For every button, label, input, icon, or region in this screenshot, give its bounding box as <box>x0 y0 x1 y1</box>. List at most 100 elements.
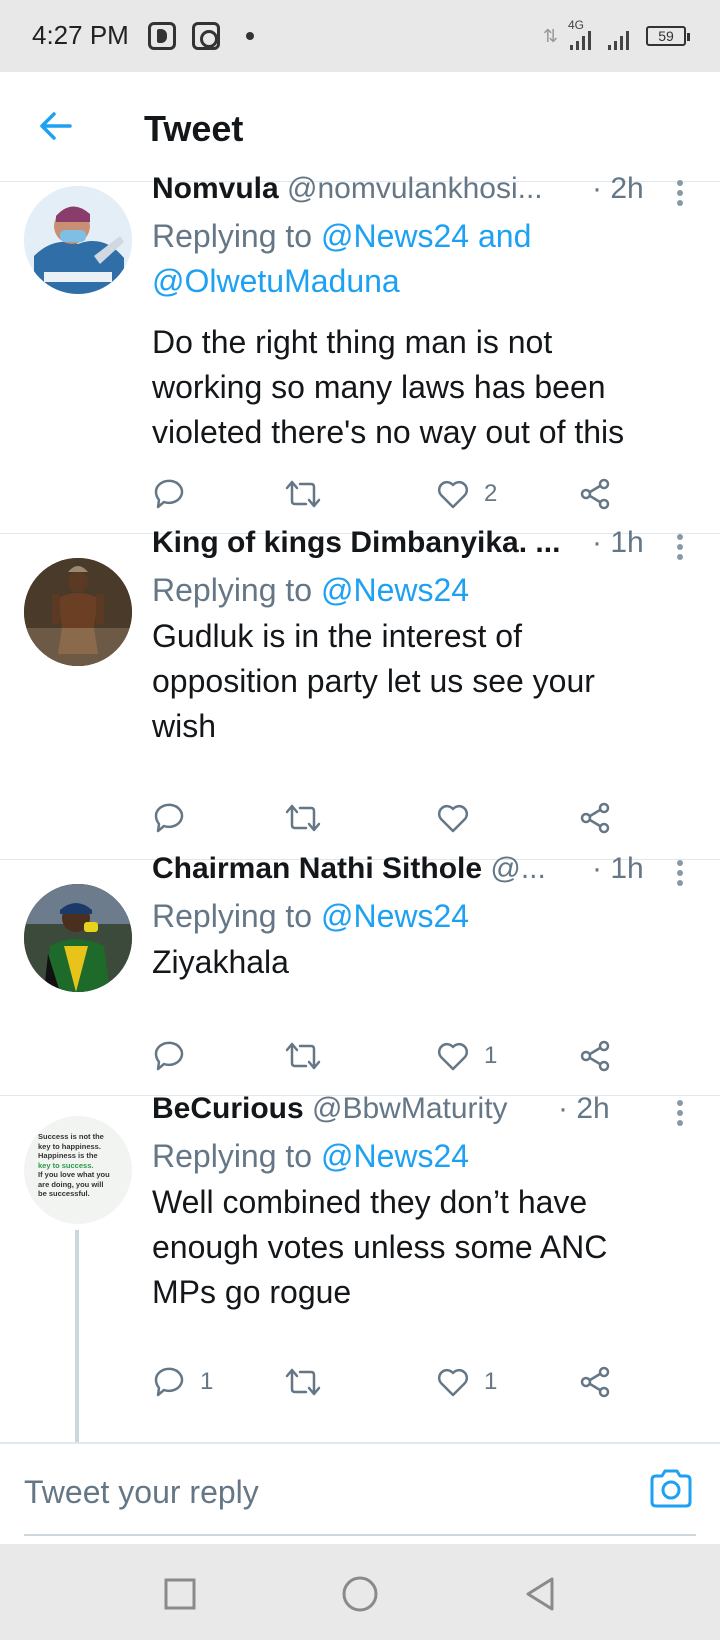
more-options-button[interactable] <box>670 530 690 566</box>
tweet-text-line: violeted there's no way out of this <box>152 414 625 450</box>
arrow-left-icon <box>40 112 72 140</box>
author-handle[interactable]: @... <box>490 852 545 885</box>
replying-to: Replying to @News24 <box>152 894 696 939</box>
like-button[interactable]: 1 <box>436 1036 497 1076</box>
avatar-image <box>24 558 132 666</box>
avatar[interactable] <box>24 186 132 294</box>
share-icon <box>580 478 610 510</box>
like-button[interactable]: 1 <box>436 1362 497 1402</box>
heart-icon <box>437 480 469 509</box>
camera-icon <box>650 1469 692 1508</box>
back-triangle-icon <box>526 1577 554 1611</box>
share-button[interactable] <box>578 474 612 514</box>
avatar[interactable]: Success is not the key to happiness. Hap… <box>24 1116 132 1224</box>
heart-icon <box>437 1042 469 1071</box>
avatar-quote-line: If you love what you <box>38 1170 110 1179</box>
author-name[interactable]: King of kings Dimbanyika. ... <box>152 526 560 559</box>
like-button[interactable] <box>436 798 470 838</box>
tweet-text-line: MPs go rogue <box>152 1274 352 1310</box>
replying-to-label: Replying to <box>152 218 313 254</box>
tweet-time: · 2h <box>558 1092 610 1125</box>
app-notification-icon <box>192 22 220 50</box>
tweet-item[interactable]: King of kings Dimbanyika. ... · 1h Reply… <box>0 526 720 860</box>
avatar-quote-line: Success is not the <box>38 1132 104 1141</box>
share-button[interactable] <box>578 1362 612 1402</box>
retweet-button[interactable] <box>284 1036 322 1076</box>
signal-strength-icon <box>570 30 591 50</box>
back-nav-button[interactable] <box>520 1574 560 1614</box>
avatar-image <box>24 884 132 992</box>
tweet-actions: 1 1 <box>152 1362 612 1402</box>
reply-button[interactable] <box>152 798 186 838</box>
heart-icon <box>437 804 469 833</box>
retweet-icon <box>285 804 321 832</box>
recents-button[interactable] <box>160 1574 200 1614</box>
more-options-button[interactable] <box>670 856 690 892</box>
like-count: 1 <box>484 1042 498 1069</box>
more-options-button[interactable] <box>670 176 690 212</box>
thread-line <box>75 1230 79 1442</box>
tweet-text-line: Well combined they don’t have <box>152 1184 588 1220</box>
retweet-button[interactable] <box>284 798 322 838</box>
tweet-text-line: Gudluk is in the interest of <box>152 618 522 654</box>
tweet-header: Nomvula @nomvulankhosi... <box>152 172 560 206</box>
tweet-text-line: Do the right thing man is not <box>152 324 553 360</box>
heart-icon <box>437 1368 469 1397</box>
reply-composer <box>0 1442 720 1544</box>
back-button[interactable] <box>34 104 78 148</box>
mention-link[interactable]: @News24 <box>321 1138 469 1174</box>
tweet-item[interactable]: Chairman Nathi Sithole @... · 1h Replyin… <box>0 852 720 1096</box>
reply-button[interactable] <box>152 474 186 514</box>
tweet-text: Ziyakhala <box>152 940 680 985</box>
tweet-header: BeCurious @BbwMaturity <box>152 1092 580 1126</box>
reply-icon <box>154 1041 184 1071</box>
mention-link[interactable]: @News24 <box>321 898 469 934</box>
replying-to: Replying to @News24 and @OlwetuMaduna <box>152 214 696 304</box>
system-navigation-bar <box>0 1544 720 1640</box>
tweet-header: Chairman Nathi Sithole @... <box>152 852 560 886</box>
reply-button[interactable]: 1 <box>152 1362 213 1402</box>
author-name[interactable]: Chairman Nathi Sithole <box>152 852 482 885</box>
avatar-quote-line: be successful. <box>38 1189 90 1198</box>
share-button[interactable] <box>578 798 612 838</box>
replying-to: Replying to @News24 <box>152 568 696 613</box>
tweet-text: Do the right thing man is not working so… <box>152 320 680 455</box>
camera-button[interactable] <box>648 1466 694 1512</box>
mention-link[interactable]: @News24 and <box>321 218 531 254</box>
battery-level: 59 <box>658 28 674 44</box>
avatar[interactable] <box>24 884 132 992</box>
avatar-quote-line: are doing, you will <box>38 1179 104 1189</box>
author-handle[interactable]: @BbwMaturity <box>312 1092 508 1125</box>
share-button[interactable] <box>578 1036 612 1076</box>
mention-link[interactable]: @OlwetuMaduna <box>152 263 400 299</box>
tweet-text: Well combined they don’t have enough vot… <box>152 1180 680 1315</box>
like-count: 1 <box>484 1368 498 1395</box>
tweet-header: King of kings Dimbanyika. ... <box>152 526 560 560</box>
more-options-button[interactable] <box>670 1096 690 1132</box>
replying-to-label: Replying to <box>152 572 313 608</box>
reply-input[interactable] <box>24 1462 644 1522</box>
retweet-button[interactable] <box>284 474 322 514</box>
tweet-item[interactable]: Nomvula @nomvulankhosi... · 2h Replying … <box>0 172 720 534</box>
tweet-time: · 2h <box>592 172 644 205</box>
home-button[interactable] <box>340 1574 380 1614</box>
avatar-quote: Success is not the key to happiness. Hap… <box>38 1132 122 1199</box>
app-notification-icon <box>148 22 176 50</box>
author-handle[interactable]: @nomvulankhosi... <box>287 172 543 205</box>
avatar[interactable] <box>24 558 132 666</box>
tweet-text-line: working so many laws has been <box>152 369 606 405</box>
share-icon <box>580 802 610 834</box>
tweet-text-line: Ziyakhala <box>152 944 289 980</box>
tweet-text: Gudluk is in the interest of opposition … <box>152 614 680 749</box>
like-button[interactable]: 2 <box>436 474 497 514</box>
author-name[interactable]: BeCurious <box>152 1092 304 1125</box>
retweet-button[interactable] <box>284 1362 322 1402</box>
avatar-quote-line: key to happiness. <box>38 1141 101 1151</box>
reply-icon <box>154 479 184 509</box>
author-name[interactable]: Nomvula <box>152 172 279 205</box>
retweet-icon <box>285 480 321 508</box>
reply-button[interactable] <box>152 1036 186 1076</box>
battery-icon: 59 <box>646 26 690 46</box>
tweet-item[interactable]: Success is not the key to happiness. Hap… <box>0 1092 720 1442</box>
mention-link[interactable]: @News24 <box>321 572 469 608</box>
